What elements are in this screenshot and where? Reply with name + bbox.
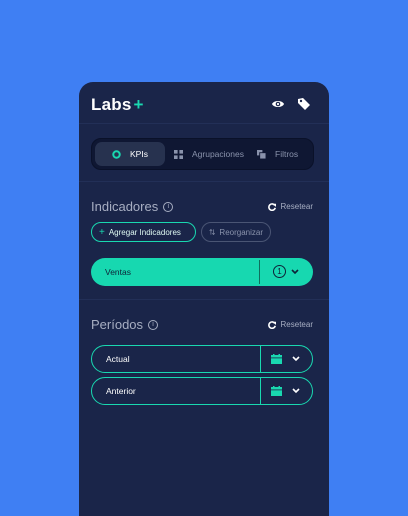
periodos-reset-label: Resetear [280,320,313,329]
indicadores-title: Indicadores i [91,199,174,214]
chevron-down-icon[interactable] [292,356,300,362]
grid-icon [174,149,183,159]
tab-filtros[interactable]: Filtros [257,142,298,166]
divider [260,346,261,372]
reorganizar-button[interactable]: Reorganizar [201,222,271,242]
info-icon[interactable]: i [148,319,159,330]
indicadores-section: Indicadores i Resetear + Agregar Indicad… [79,182,329,300]
labs-panel: Labs + KPIs Agrupaciones Filtros Indicad… [79,82,329,516]
tab-kpis[interactable]: KPIs [95,142,165,166]
periodos-title-text: Períodos [91,317,144,332]
filter-icon [257,149,266,159]
indicadores-title-text: Indicadores [91,199,159,214]
logo-text: Labs [91,95,132,114]
chevron-down-icon[interactable] [291,269,299,275]
tab-filtros-label: Filtros [275,149,299,159]
periodo-actual-label: Actual [106,354,130,364]
calendar-icon[interactable] [271,354,282,364]
logo: Labs + [91,95,144,115]
periodo-actual[interactable]: Actual [91,345,313,373]
divider [259,260,260,284]
periodos-section: Períodos i Resetear Actual Anterior [79,300,329,500]
eye-icon[interactable] [271,97,285,111]
indicadores-reset-button[interactable]: Resetear [267,202,313,211]
indicador-ventas[interactable]: Ventas 1 [91,258,313,286]
periodos-reset-button[interactable]: Resetear [267,320,313,329]
plus-icon: + [99,226,105,238]
indicador-count-badge: 1 [273,265,286,278]
add-indicadores-label: Agregar Indicadores [108,227,181,237]
info-icon[interactable]: i [163,201,174,212]
tab-kpis-label: KPIs [130,149,148,159]
logo-plus: + [133,95,144,114]
periodo-anterior[interactable]: Anterior [91,377,313,405]
reset-icon [267,320,276,329]
chevron-down-icon[interactable] [292,388,300,394]
sort-arrows-icon [209,228,216,236]
indicador-ventas-label: Ventas [105,267,131,277]
tab-agrupaciones-label: Agrupaciones [192,149,244,159]
tab-agrupaciones[interactable]: Agrupaciones [174,142,244,166]
reorganizar-label: Reorganizar [219,227,263,237]
panel-header: Labs + [79,82,329,124]
target-icon [112,149,121,159]
tag-icon[interactable] [297,97,311,111]
calendar-icon[interactable] [271,386,282,396]
indicadores-reset-label: Resetear [280,202,313,211]
add-indicadores-button[interactable]: + Agregar Indicadores [91,222,196,242]
divider [260,378,261,404]
periodo-anterior-label: Anterior [106,386,136,396]
periodos-title: Períodos i [91,317,159,332]
tab-bar: KPIs Agrupaciones Filtros [91,138,314,170]
reset-icon [267,202,276,211]
tabs-section: KPIs Agrupaciones Filtros [79,124,329,182]
